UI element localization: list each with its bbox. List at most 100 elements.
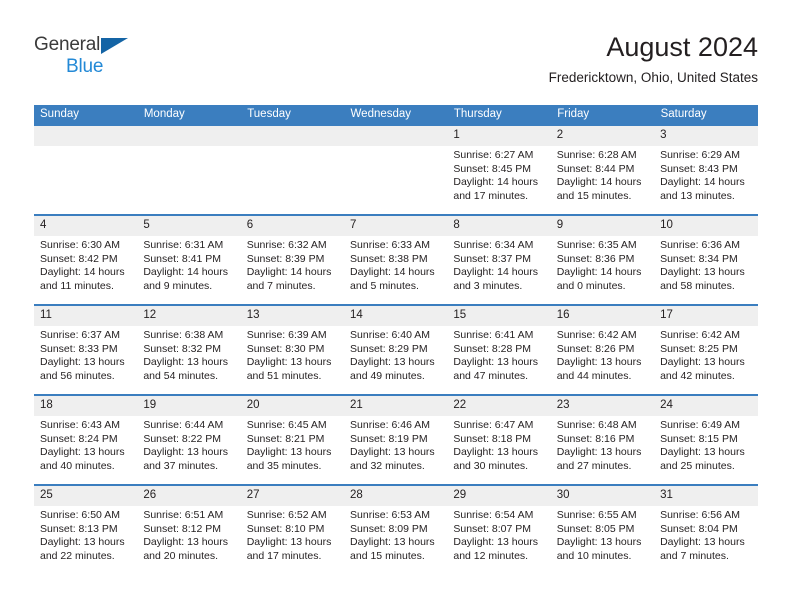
day-number: 26 [137,486,241,506]
daylight-text-line2: and 47 minutes. [453,369,529,382]
daylight-text-line1: Daylight: 13 hours [350,536,435,549]
day-cell[interactable]: 6 Sunrise: 6:32 AM Sunset: 8:39 PM Daylight… [240,214,345,305]
day-cell[interactable] [34,124,138,215]
day-number: 6 [240,216,345,236]
sunrise-text: Sunrise: 6:54 AM [453,509,534,521]
day-number [240,126,345,146]
daylight-text-line1: Daylight: 14 hours [246,266,332,279]
sunset-text: Sunset: 8:41 PM [143,252,221,265]
daylight-text-line2: and 49 minutes. [350,369,425,382]
daylight-text-line2: and 56 minutes. [40,369,115,382]
weekday-header-tuesday: Tuesday [240,105,345,125]
day-cell[interactable]: 24 Sunrise: 6:49 AM Sunset: 8:15 PM Dayligh… [654,394,758,485]
day-details: Sunrise: 6:38 AM Sunset: 8:32 PM Daylight:… [137,326,240,383]
sunset-text: Sunset: 8:24 PM [40,432,118,445]
sunrise-text: Sunrise: 6:45 AM [246,419,327,431]
day-number: 28 [344,486,448,506]
daylight-text-line1: Daylight: 14 hours [556,266,642,279]
daylight-text-line2: and 9 minutes. [143,279,213,292]
daylight-text-line2: and 37 minutes. [143,459,219,472]
day-cell[interactable]: 21 Sunrise: 6:46 AM Sunset: 8:19 PM Dayligh… [344,394,448,485]
day-cell[interactable]: 7 Sunrise: 6:33 AM Sunset: 8:38 PM Daylight… [344,214,448,305]
day-cell[interactable]: 2 Sunrise: 6:28 AM Sunset: 8:44 PM Daylight… [550,124,655,215]
sunrise-text: Sunrise: 6:55 AM [556,509,637,521]
location-subtitle: Fredericktown, Ohio, United States [548,70,758,85]
day-details: Sunrise: 6:28 AM Sunset: 8:44 PM Daylight:… [551,146,654,203]
day-cell[interactable]: 20 Sunrise: 6:45 AM Sunset: 8:21 PM Dayligh… [240,394,345,485]
sunrise-text: Sunrise: 6:48 AM [556,419,637,431]
day-cell[interactable]: 10 Sunrise: 6:36 AM Sunset: 8:34 PM Dayligh… [654,214,758,305]
day-cell[interactable]: 8 Sunrise: 6:34 AM Sunset: 8:37 PM Daylight… [447,214,551,305]
sunset-text: Sunset: 8:33 PM [40,342,118,355]
day-number: 21 [344,396,448,416]
day-cell[interactable]: 13 Sunrise: 6:39 AM Sunset: 8:30 PM Dayligh… [240,304,345,395]
day-details: Sunrise: 6:39 AM Sunset: 8:30 PM Daylight:… [241,326,344,383]
day-cell[interactable]: 19 Sunrise: 6:44 AM Sunset: 8:22 PM Dayligh… [137,394,241,485]
day-cell[interactable]: 16 Sunrise: 6:42 AM Sunset: 8:26 PM Dayligh… [550,304,655,395]
daylight-text-line1: Daylight: 13 hours [660,266,745,279]
day-details: Sunrise: 6:33 AM Sunset: 8:38 PM Daylight:… [344,236,447,293]
day-cell[interactable]: 15 Sunrise: 6:41 AM Sunset: 8:28 PM Dayligh… [447,304,551,395]
sunrise-text: Sunrise: 6:38 AM [143,329,224,341]
day-number: 16 [550,306,655,326]
day-cell[interactable]: 9 Sunrise: 6:35 AM Sunset: 8:36 PM Daylight… [550,214,655,305]
day-cell[interactable] [137,124,241,215]
day-cell[interactable]: 23 Sunrise: 6:48 AM Sunset: 8:16 PM Dayligh… [550,394,655,485]
daylight-text-line2: and 58 minutes. [660,279,735,292]
daylight-text-line1: Daylight: 13 hours [453,536,539,549]
day-cell[interactable]: 28 Sunrise: 6:53 AM Sunset: 8:09 PM Dayligh… [344,484,448,574]
day-number: 25 [34,486,138,506]
day-details: Sunrise: 6:46 AM Sunset: 8:19 PM Daylight:… [344,416,447,473]
sunset-text: Sunset: 8:30 PM [246,342,325,355]
day-details: Sunrise: 6:29 AM Sunset: 8:43 PM Daylight:… [654,146,757,203]
day-cell[interactable]: 22 Sunrise: 6:47 AM Sunset: 8:18 PM Dayligh… [447,394,551,485]
day-cell[interactable]: 26 Sunrise: 6:51 AM Sunset: 8:12 PM Dayligh… [137,484,241,574]
sunset-text: Sunset: 8:12 PM [143,522,221,535]
sunrise-text: Sunrise: 6:52 AM [246,509,327,521]
day-cell[interactable]: 1 Sunrise: 6:27 AM Sunset: 8:45 PM Daylight… [447,124,551,215]
weekday-header-sunday: Sunday [34,105,138,125]
daylight-text-line2: and 20 minutes. [143,549,219,562]
general-blue-logo[interactable]: General Blue [34,35,234,85]
day-details: Sunrise: 6:56 AM Sunset: 8:04 PM Daylight:… [654,506,757,563]
sunset-text: Sunset: 8:43 PM [660,162,738,175]
day-cell[interactable] [344,124,448,215]
weekday-header-monday: Monday [137,105,242,125]
daylight-text-line2: and 5 minutes. [350,279,419,292]
day-cell[interactable]: 25 Sunrise: 6:50 AM Sunset: 8:13 PM Dayligh… [34,484,138,574]
day-cell[interactable] [240,124,345,215]
day-number: 3 [654,126,758,146]
daylight-text-line1: Daylight: 13 hours [350,356,435,369]
sunset-text: Sunset: 8:26 PM [556,342,635,355]
daylight-text-line2: and 7 minutes. [246,279,316,292]
day-details: Sunrise: 6:47 AM Sunset: 8:18 PM Daylight:… [447,416,550,473]
day-cell[interactable]: 17 Sunrise: 6:42 AM Sunset: 8:25 PM Dayligh… [654,304,758,395]
day-cell[interactable]: 27 Sunrise: 6:52 AM Sunset: 8:10 PM Dayligh… [240,484,345,574]
day-cell[interactable]: 29 Sunrise: 6:54 AM Sunset: 8:07 PM Dayligh… [447,484,551,574]
day-cell[interactable]: 14 Sunrise: 6:40 AM Sunset: 8:29 PM Dayligh… [344,304,448,395]
day-details: Sunrise: 6:42 AM Sunset: 8:25 PM Daylight:… [654,326,757,383]
daylight-text-line2: and 10 minutes. [556,549,632,562]
daylight-text-line1: Daylight: 13 hours [143,446,228,459]
sunrise-text: Sunrise: 6:44 AM [143,419,224,431]
day-cell[interactable]: 12 Sunrise: 6:38 AM Sunset: 8:32 PM Dayligh… [137,304,241,395]
daylight-text-line2: and 17 minutes. [246,549,322,562]
day-cell[interactable]: 30 Sunrise: 6:55 AM Sunset: 8:05 PM Dayligh… [550,484,655,574]
day-details [137,146,240,149]
day-number: 23 [550,396,655,416]
day-cell[interactable]: 3 Sunrise: 6:29 AM Sunset: 8:43 PM Daylight… [654,124,758,215]
daylight-text-line2: and 51 minutes. [246,369,322,382]
week-row: 25 Sunrise: 6:50 AM Sunset: 8:13 PM Dayligh… [34,484,758,574]
daylight-text-line1: Daylight: 13 hours [246,446,332,459]
day-cell[interactable]: 18 Sunrise: 6:43 AM Sunset: 8:24 PM Dayligh… [34,394,138,485]
day-number: 15 [447,306,551,326]
day-cell[interactable]: 11 Sunrise: 6:37 AM Sunset: 8:33 PM Dayligh… [34,304,138,395]
day-details [241,146,344,149]
day-cell[interactable]: 31 Sunrise: 6:56 AM Sunset: 8:04 PM Dayligh… [654,484,758,574]
day-number: 24 [654,396,758,416]
daylight-text-line1: Daylight: 14 hours [143,266,228,279]
day-cell[interactable]: 5 Sunrise: 6:31 AM Sunset: 8:41 PM Daylight… [137,214,241,305]
day-number [34,126,138,146]
daylight-text-line2: and 22 minutes. [40,549,115,562]
day-cell[interactable]: 4 Sunrise: 6:30 AM Sunset: 8:42 PM Daylight… [34,214,138,305]
